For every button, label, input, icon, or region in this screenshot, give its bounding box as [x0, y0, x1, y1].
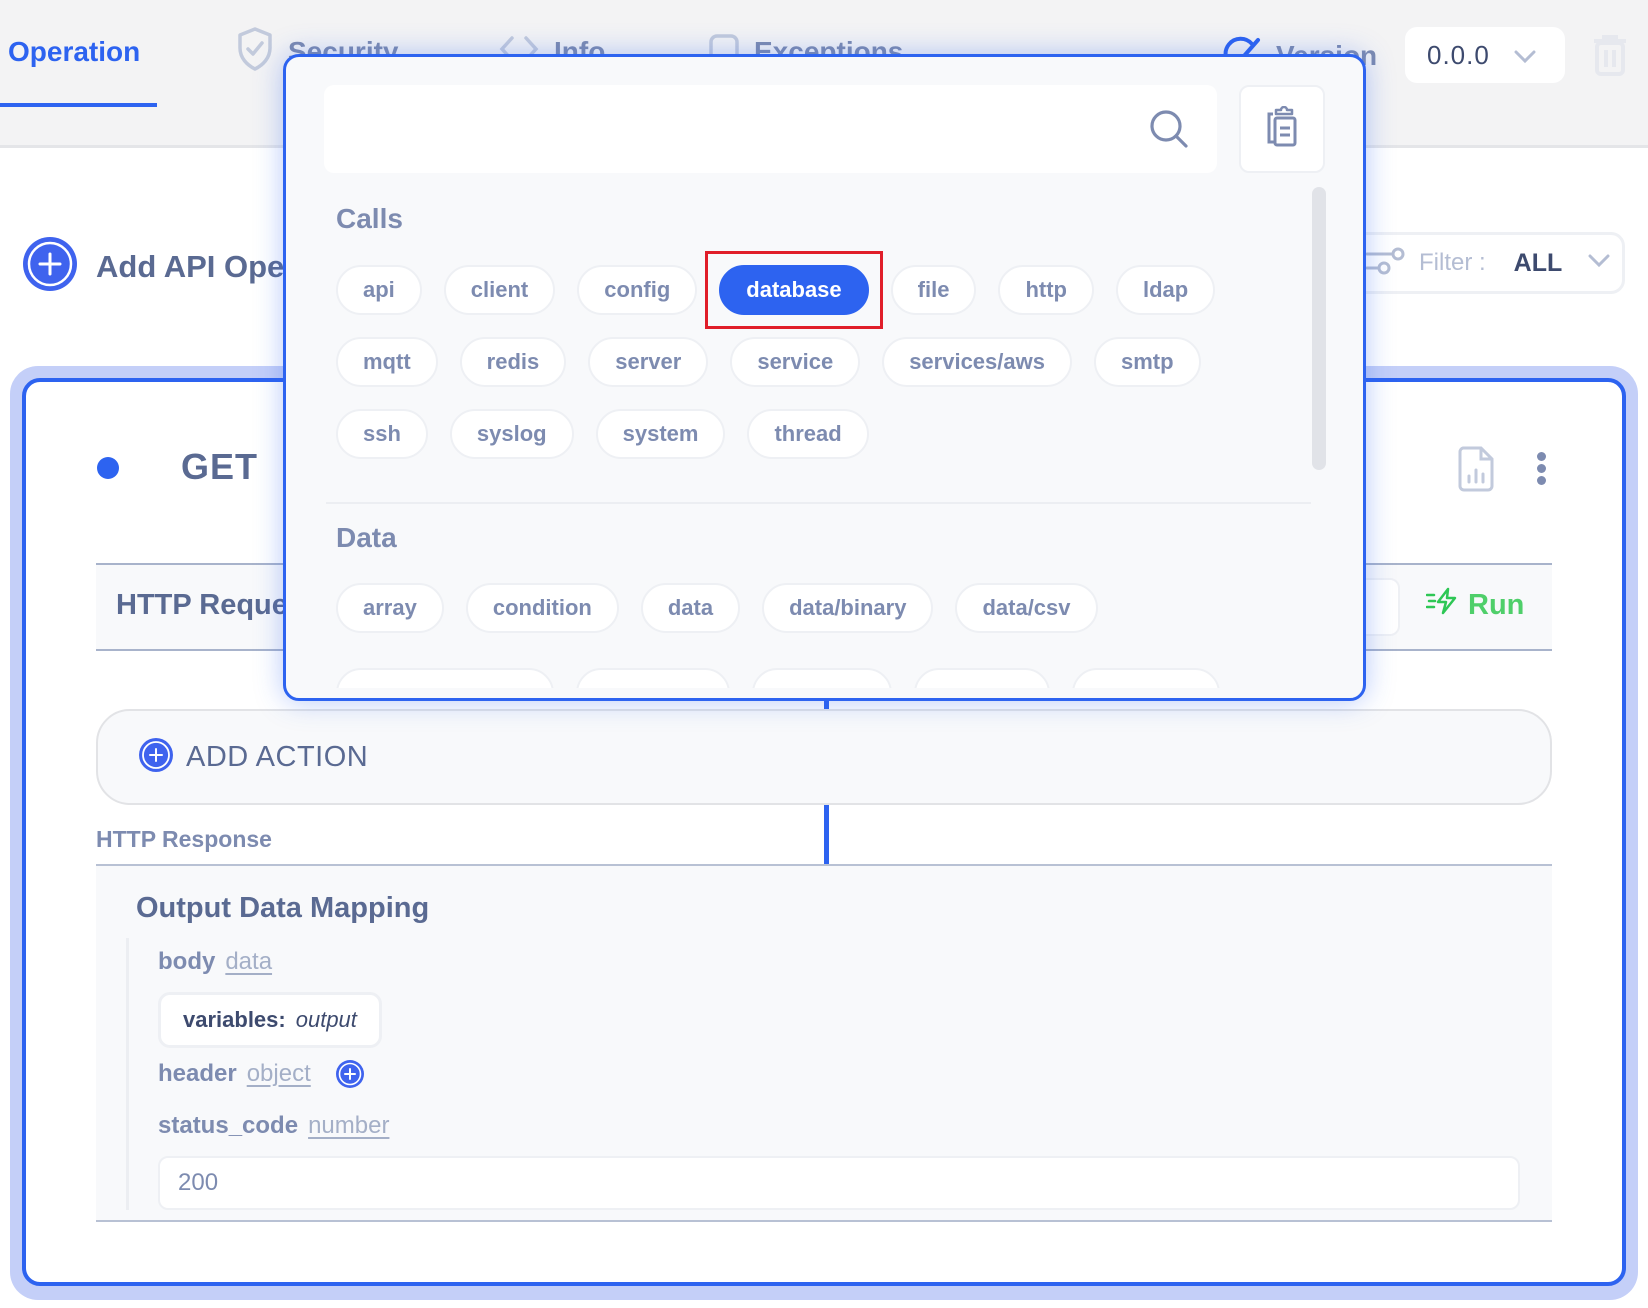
chip-server[interactable]: server	[588, 337, 709, 387]
status-dot	[97, 457, 119, 479]
delete-button[interactable]	[1590, 33, 1630, 82]
filter-value: ALL	[1513, 248, 1563, 277]
trash-icon	[1590, 35, 1630, 81]
chip-database[interactable]: database	[719, 265, 869, 315]
http-response-panel: Output Data Mapping body data variables:…	[96, 864, 1552, 1222]
run-button[interactable]: Run	[1425, 587, 1525, 623]
chip-service[interactable]: service	[730, 337, 861, 387]
chip-data[interactable]: data	[640, 583, 741, 633]
field-header: header object	[158, 1059, 365, 1089]
chip-clipped[interactable]	[576, 668, 730, 688]
plus-circle-icon	[138, 737, 174, 778]
chip-row: api client config database file http ldap	[336, 265, 1216, 315]
action-picker-popup: Calls api client config database file http lda…	[283, 54, 1366, 701]
add-action-button[interactable]: ADD ACTION	[96, 709, 1552, 805]
report-button[interactable]	[1457, 446, 1495, 497]
output-data-mapping-title: Output Data Mapping	[136, 892, 430, 924]
chip-services-aws[interactable]: services/aws	[882, 337, 1072, 387]
clipboard-icon	[1265, 105, 1299, 153]
chip-system[interactable]: system	[595, 409, 726, 459]
field-type-link[interactable]: object	[247, 1060, 311, 1088]
tab-label: Operation	[8, 36, 141, 67]
chip-row: mqtt redis server service services/aws smtp	[336, 337, 1201, 387]
field-type-link[interactable]: data	[225, 948, 272, 976]
chevron-down-icon	[1588, 254, 1610, 273]
search-icon	[1149, 109, 1189, 154]
run-label: Run	[1468, 588, 1525, 621]
chip-condition[interactable]: condition	[465, 583, 619, 633]
section-divider	[326, 502, 1311, 504]
field-type-link[interactable]: number	[308, 1112, 389, 1140]
variables-value: output	[295, 1007, 357, 1032]
chip-data-binary[interactable]: data/binary	[762, 583, 934, 633]
section-title-data: Data	[336, 522, 397, 553]
chip-config[interactable]: config	[577, 265, 698, 315]
active-tab-indicator	[0, 103, 157, 107]
chip-row-clipped	[336, 668, 1220, 688]
variables-chip[interactable]: variables: output	[158, 992, 382, 1048]
filter-label: Filter :	[1419, 249, 1486, 276]
chip-clipped[interactable]	[914, 668, 1050, 688]
chip-smtp[interactable]: smtp	[1093, 337, 1201, 387]
chip-clipped[interactable]	[1072, 668, 1220, 688]
filter-icon	[1365, 247, 1405, 280]
chevron-down-icon	[1514, 40, 1536, 71]
chip-file[interactable]: file	[890, 265, 977, 315]
file-chart-icon	[1457, 446, 1495, 496]
chip-array[interactable]: array	[336, 583, 444, 633]
field-key: status_code	[158, 1112, 299, 1139]
version-select[interactable]: 0.0.0	[1405, 27, 1565, 83]
http-response-label: HTTP Response	[96, 826, 272, 852]
more-options-button[interactable]	[1537, 452, 1549, 488]
variables-key: variables:	[183, 1007, 286, 1032]
chip-row: ssh syslog system thread	[336, 409, 869, 459]
plus-circle-icon	[22, 236, 78, 297]
lightning-icon	[1425, 587, 1458, 623]
http-method: GET	[181, 446, 259, 487]
search-field[interactable]	[324, 85, 1217, 173]
search-input[interactable]	[324, 85, 1124, 173]
chip-ldap[interactable]: ldap	[1115, 265, 1216, 315]
paste-button[interactable]	[1239, 85, 1325, 173]
chip-api[interactable]: api	[336, 265, 422, 315]
chip-data-csv[interactable]: data/csv	[955, 583, 1098, 633]
chip-clipped[interactable]	[752, 668, 892, 688]
chip-row: array condition data data/binary data/csv	[336, 583, 1098, 633]
section-title-calls: Calls	[336, 203, 403, 234]
chip-client[interactable]: client	[443, 265, 556, 315]
chip-http[interactable]: http	[998, 265, 1094, 315]
tab-operation[interactable]: Operation	[8, 32, 140, 72]
chip-clipped[interactable]	[336, 668, 554, 688]
chip-mqtt[interactable]: mqtt	[336, 337, 438, 387]
add-header-button[interactable]	[335, 1059, 365, 1089]
chip-ssh[interactable]: ssh	[336, 409, 428, 459]
field-key: header	[158, 1060, 237, 1087]
filter-select[interactable]: Filter : ALL	[1340, 232, 1625, 294]
plus-circle-icon	[335, 1060, 364, 1088]
field-status-code: status_code number	[158, 1112, 389, 1140]
popup-scrollbar[interactable]	[1312, 187, 1326, 470]
chip-thread[interactable]: thread	[747, 409, 869, 459]
status-code-input[interactable]: 200	[158, 1156, 1520, 1210]
field-key: body	[158, 948, 216, 975]
operation-title[interactable]: GET /	[181, 446, 298, 488]
mapping-rail	[126, 938, 129, 1210]
version-value: 0.0.0	[1427, 39, 1490, 70]
add-action-label: ADD ACTION	[186, 740, 369, 773]
chip-redis[interactable]: redis	[459, 337, 567, 387]
chip-syslog[interactable]: syslog	[449, 409, 574, 459]
shield-check-icon	[236, 26, 274, 79]
field-body: body data	[158, 948, 272, 976]
